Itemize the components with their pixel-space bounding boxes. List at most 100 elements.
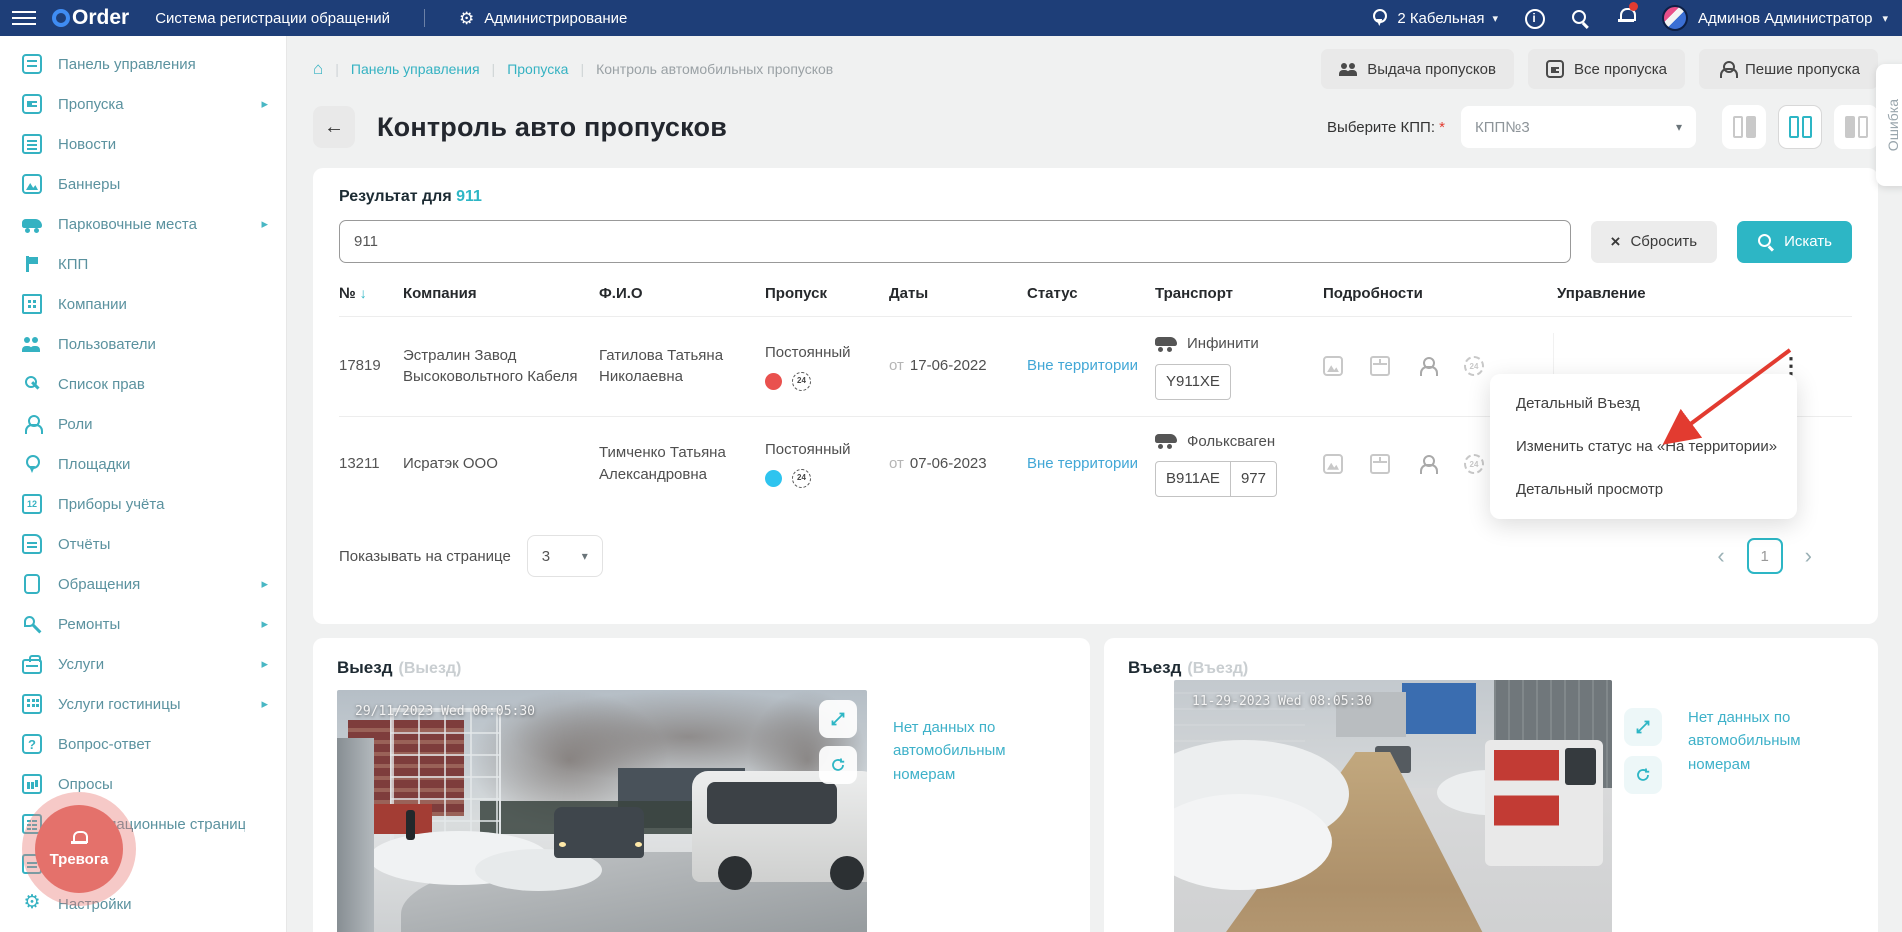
refresh-button[interactable] <box>819 746 857 784</box>
error-side-tab[interactable]: Ошибка <box>1876 64 1902 186</box>
package-icon[interactable] <box>1370 356 1390 376</box>
all-passes-button[interactable]: Все пропуска <box>1528 49 1685 89</box>
avatar <box>1662 5 1688 31</box>
sidebar-item-users[interactable]: Пользователи ▸ <box>0 324 286 364</box>
home-icon[interactable]: ⌂ <box>313 59 323 79</box>
sidebar-item-faq[interactable]: Вопрос-ответ ▸ <box>0 724 286 764</box>
sidebar-item-sites[interactable]: Площадки ▸ <box>0 444 286 484</box>
sidebar-item-icon <box>24 574 40 594</box>
chevron-right-icon: ▸ <box>261 576 268 592</box>
refresh-icon <box>1635 767 1651 783</box>
notifications-button[interactable] <box>1616 6 1636 30</box>
sidebar-item-parking[interactable]: Парковочные места ▸ <box>0 204 286 244</box>
clock-icon[interactable] <box>1464 356 1484 376</box>
transport-cell: Фольксваген B911AE977 <box>1155 431 1307 498</box>
sidebar-item-icon <box>22 174 42 194</box>
sidebar-item-permissions[interactable]: Список прав ▸ <box>0 364 286 404</box>
menu-item-detail-view[interactable]: Детальный просмотр <box>1490 468 1797 511</box>
camera-timestamp: 29/11/2023 Wed 08:05:30 <box>355 704 535 719</box>
layout-toggle-right[interactable] <box>1834 105 1878 149</box>
person-icon <box>1717 60 1735 78</box>
sidebar-item-passes[interactable]: Пропуска ▸ <box>0 84 286 124</box>
sidebar-item-icon <box>22 659 42 674</box>
per-page-select[interactable]: 3 ▾ <box>527 535 603 577</box>
menu-item-change-status[interactable]: Изменить статус на «На территории» <box>1490 425 1797 468</box>
car-icon <box>1155 432 1177 450</box>
hamburger-menu-icon[interactable] <box>12 11 36 26</box>
prev-page-button[interactable]: ‹ <box>1717 543 1724 569</box>
breadcrumb-dashboard[interactable]: Панель управления <box>351 61 480 77</box>
sidebar-item-kpp[interactable]: КПП ▸ <box>0 244 286 284</box>
sidebar-item-requests[interactable]: Обращения ▸ <box>0 564 286 604</box>
photo-icon[interactable] <box>1323 454 1343 474</box>
sidebar-item-news[interactable]: Новости ▸ <box>0 124 286 164</box>
sidebar-item-reports[interactable]: Отчёты ▸ <box>0 524 286 564</box>
scene-blue-container <box>1402 683 1476 734</box>
chevron-down-icon: ▾ <box>1676 120 1682 134</box>
admin-section-link[interactable]: ⚙ Администрирование <box>459 10 627 27</box>
license-plate[interactable]: Y911XE <box>1155 364 1231 400</box>
sidebar-item-icon <box>22 894 42 914</box>
sidebar-item-dashboard[interactable]: Панель управления ▸ <box>0 44 286 84</box>
back-button[interactable]: ← <box>313 106 355 148</box>
person-icon[interactable] <box>1417 454 1437 474</box>
search-icon[interactable] <box>1570 8 1590 28</box>
exit-camera-feed[interactable]: 29/11/2023 Wed 08:05:30 <box>337 690 867 932</box>
layout-toggle-left[interactable] <box>1722 105 1766 149</box>
exit-camera-panel: Выезд(Выезд) 29/11/2023 Wed 08:05:30 <box>313 638 1090 932</box>
expand-button[interactable] <box>1624 708 1662 746</box>
layout-toggle-split[interactable] <box>1778 105 1822 149</box>
license-plate[interactable]: B911AE977 <box>1155 461 1277 497</box>
refresh-button[interactable] <box>1624 756 1662 794</box>
person-icon[interactable] <box>1417 356 1437 376</box>
transport-cell: Инфинити Y911XE <box>1155 333 1307 400</box>
location-selector[interactable]: 2 Кабельная ▾ <box>1369 8 1498 28</box>
status-link[interactable]: Вне территории <box>1027 355 1139 377</box>
search-input[interactable] <box>339 220 1571 263</box>
sidebar-item-services[interactable]: Услуги ▸ <box>0 644 286 684</box>
sort-by-number[interactable]: №↓ <box>339 285 387 302</box>
photo-icon[interactable] <box>1323 356 1343 376</box>
sidebar-item-banners[interactable]: Баннеры ▸ <box>0 164 286 204</box>
round-the-clock-icon <box>792 372 811 391</box>
next-page-button[interactable]: › <box>1805 543 1812 569</box>
search-button[interactable]: Искать <box>1737 221 1852 263</box>
current-page-button[interactable]: 1 <box>1747 538 1783 574</box>
user-menu[interactable]: Админов Администратор ▾ <box>1662 5 1888 31</box>
kpp-select[interactable]: КПП№3 ▾ <box>1461 106 1696 148</box>
reset-button[interactable]: × Сбросить <box>1591 221 1718 263</box>
card-icon <box>1546 60 1564 78</box>
sidebar-item-icon <box>22 454 42 474</box>
expand-button[interactable] <box>819 700 857 738</box>
sidebar-item-hotel-services[interactable]: Услуги гостиницы ▸ <box>0 684 286 724</box>
menu-item-detail-entry[interactable]: Детальный Въезд <box>1490 382 1797 425</box>
chevron-down-icon: ▾ <box>582 549 588 563</box>
sidebar-item-surveys[interactable]: Опросы ▸ <box>0 764 286 804</box>
close-icon: × <box>1611 232 1621 252</box>
sidebar-item-roles[interactable]: Роли ▸ <box>0 404 286 444</box>
no-plate-data-message: Нет данных по автомобильным номерам <box>1688 706 1854 932</box>
sidebar-item-repairs[interactable]: Ремонты ▸ <box>0 604 286 644</box>
fio-cell: Гатилова Татьяна Николаевна <box>599 345 749 389</box>
entry-camera-feed[interactable]: 11-29-2023 Wed 08:05:30 <box>1174 680 1612 932</box>
sidebar-item-companies[interactable]: Компании ▸ <box>0 284 286 324</box>
app-name: Система регистрации обращений <box>155 10 390 27</box>
no-plate-data-message: Нет данных по автомобильным номерам <box>893 716 1066 932</box>
info-icon[interactable] <box>1524 8 1544 28</box>
camera-title: Выезд <box>337 658 393 677</box>
alarm-button[interactable]: Тревога <box>22 792 136 906</box>
entry-camera-panel: Въезд(Въезд) 11-29-2023 Wed 08:05:30 <box>1104 638 1878 932</box>
company-cell: Эстралин Завод Высоковольтного Кабеля <box>403 345 583 389</box>
walk-passes-button[interactable]: Пешие пропуска <box>1699 49 1878 89</box>
app-logo[interactable]: Order <box>52 6 129 30</box>
package-icon[interactable] <box>1370 454 1390 474</box>
clock-icon[interactable] <box>1464 454 1484 474</box>
page-title: Контроль авто пропусков <box>377 112 727 143</box>
status-link[interactable]: Вне территории <box>1027 453 1139 475</box>
issue-passes-button[interactable]: Выдача пропусков <box>1321 49 1514 89</box>
breadcrumb-passes[interactable]: Пропуска <box>507 61 568 77</box>
alarm-bell-icon <box>70 830 88 848</box>
chevron-down-icon: ▾ <box>1882 12 1888 25</box>
sidebar-item-meters[interactable]: Приборы учёта ▸ <box>0 484 286 524</box>
row-context-menu: Детальный Въезд Изменить статус на «На т… <box>1490 374 1797 519</box>
